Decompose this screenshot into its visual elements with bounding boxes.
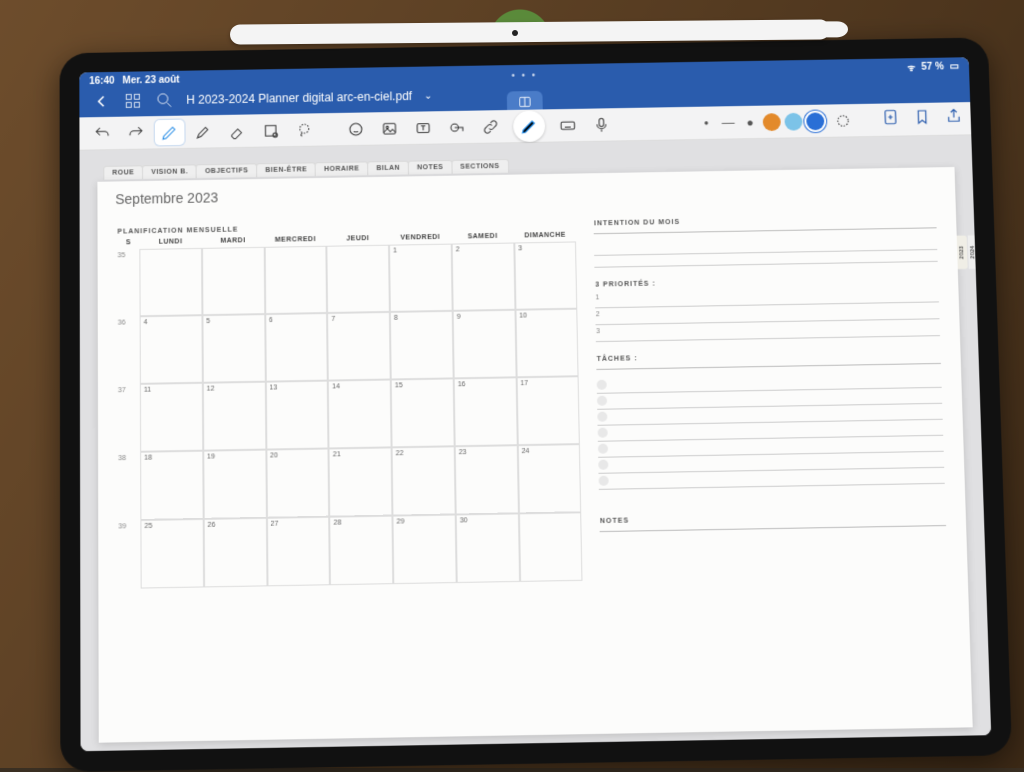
link-tool[interactable] <box>475 113 505 139</box>
calendar-cell[interactable]: 17 <box>516 376 580 445</box>
redo-button[interactable] <box>121 120 151 146</box>
document-canvas[interactable]: ROUEVISION B.OBJECTIFSBIEN-ÊTREHORAIREBI… <box>79 135 991 751</box>
planner-tab-roue[interactable]: ROUE <box>103 165 143 179</box>
calendar-cell[interactable]: 29 <box>393 514 457 584</box>
calendar-cell[interactable]: 20 <box>266 448 330 517</box>
edge-tab-août[interactable]: AOÛT <box>979 235 990 268</box>
week-number: 35 <box>117 249 139 317</box>
intention-label: INTENTION DU MOIS <box>594 215 936 228</box>
calendar-cell[interactable]: 4 <box>140 315 203 384</box>
pen-tool[interactable] <box>155 119 185 145</box>
calendar-cell[interactable]: 27 <box>266 517 330 587</box>
calendar-cell[interactable]: 9 <box>453 310 517 379</box>
calendar-cell[interactable]: 16 <box>454 377 518 446</box>
calendar-cell[interactable]: 3 <box>514 241 578 309</box>
calendar-cell[interactable] <box>264 246 327 314</box>
calendar-cell[interactable]: 8 <box>390 311 454 380</box>
status-battery: 57 % <box>921 61 944 72</box>
edge-tab-sept[interactable]: SEPT <box>990 235 992 268</box>
calendar-cell[interactable]: 19 <box>203 450 266 519</box>
active-pen-indicator[interactable] <box>513 110 545 142</box>
planner-page: Septembre 2023 PLANIFICATION MENSUELLE S… <box>97 167 972 743</box>
calendar-cell[interactable]: 28 <box>330 516 394 586</box>
planner-tab-objectifs[interactable]: OBJECTIFS <box>196 163 257 178</box>
calendar-cell[interactable]: 11 <box>140 383 203 452</box>
edge-tab-2023[interactable]: 2023 <box>957 236 968 269</box>
calendar-cell[interactable] <box>202 247 265 315</box>
document-title[interactable]: H 2023-2024 Planner digital arc-en-ciel.… <box>186 89 412 107</box>
calendar-cell[interactable]: 1 <box>389 244 452 312</box>
calendar-cell[interactable]: 10 <box>515 309 579 378</box>
microphone-icon[interactable] <box>586 112 616 138</box>
status-date: Mer. 23 août <box>122 74 179 86</box>
status-time: 16:40 <box>89 75 114 86</box>
week-number: 38 <box>118 452 140 521</box>
tape-tool[interactable] <box>442 114 472 140</box>
calendar-cell[interactable]: 23 <box>455 445 519 514</box>
image-tool[interactable] <box>375 115 405 141</box>
calendar-cell[interactable] <box>139 248 202 316</box>
calendar-cell[interactable]: 2 <box>452 243 516 311</box>
text-tool[interactable] <box>408 115 438 141</box>
search-icon[interactable] <box>155 90 175 110</box>
add-page-icon[interactable] <box>881 108 900 131</box>
calendar-cell[interactable]: 14 <box>328 379 392 448</box>
dropdown-chevron-icon[interactable]: ⌄ <box>424 90 432 101</box>
calendar-cell[interactable]: 18 <box>140 451 203 520</box>
keyboard-icon[interactable] <box>553 112 583 138</box>
shape-tool[interactable] <box>256 117 286 143</box>
stroke-thick[interactable]: ● <box>741 115 759 129</box>
calendar-cell[interactable]: 6 <box>265 313 328 382</box>
priority-2: 2 <box>596 311 600 318</box>
calendar-cell[interactable]: 24 <box>517 444 581 513</box>
planner-tab-horaire[interactable]: HORAIRE <box>315 161 368 176</box>
month-title: Septembre 2023 <box>115 190 218 208</box>
lasso-tool[interactable] <box>289 117 319 143</box>
stroke-medium[interactable]: — <box>719 115 737 130</box>
week-number: 36 <box>118 316 140 384</box>
color-orange[interactable] <box>763 113 781 131</box>
calendar-cell[interactable]: 15 <box>391 378 455 447</box>
week-number: 37 <box>118 384 140 452</box>
week-number: 39 <box>118 520 140 589</box>
priority-3: 3 <box>596 328 600 335</box>
eraser-tool[interactable] <box>222 118 252 144</box>
wifi-icon: ᯤ <box>907 61 916 74</box>
month-edge-tabs: 20232024AOÛTSEPTOCTNOVDÉCJANFÉVMARSAVRIL… <box>957 236 974 270</box>
planner-tab-notes[interactable]: NOTES <box>408 160 452 175</box>
calendar-cell[interactable]: 26 <box>203 518 267 588</box>
share-icon[interactable] <box>945 107 964 130</box>
notes-area <box>600 536 949 633</box>
undo-button[interactable] <box>87 120 117 146</box>
calendar-cell[interactable]: 13 <box>265 381 328 450</box>
battery-icon: ▭ <box>950 61 960 72</box>
color-picker-icon[interactable] <box>828 107 858 133</box>
back-button[interactable] <box>91 91 111 111</box>
bookmark-icon[interactable] <box>913 108 932 131</box>
planner-tab-visionb[interactable]: VISION B. <box>142 164 197 179</box>
calendar-cell[interactable] <box>327 245 390 313</box>
stroke-thin[interactable]: ● <box>697 118 715 127</box>
calendar-cell[interactable] <box>519 512 583 582</box>
sticker-tool[interactable] <box>341 116 371 142</box>
calendar-cell[interactable]: 21 <box>329 447 393 516</box>
color-lightblue[interactable] <box>784 112 802 130</box>
calendar-cell[interactable]: 30 <box>456 513 520 583</box>
edge-tab-2024[interactable]: 2024 <box>968 235 979 268</box>
color-blue[interactable] <box>806 112 824 130</box>
grid-library-icon[interactable] <box>123 91 143 111</box>
priority-1: 1 <box>595 294 599 301</box>
calendar-cell[interactable]: 5 <box>202 314 265 383</box>
calendar-cell[interactable]: 12 <box>203 382 266 451</box>
front-camera <box>512 30 518 36</box>
planner-tab-bilan[interactable]: BILAN <box>367 161 409 175</box>
highlighter-tool[interactable] <box>188 118 218 144</box>
calendar-cell[interactable]: 25 <box>140 519 203 589</box>
planner-tab-bientre[interactable]: BIEN-ÊTRE <box>256 162 316 177</box>
calendar-cell[interactable]: 22 <box>392 446 456 515</box>
calendar-cell[interactable]: 7 <box>327 312 390 381</box>
ipad-frame: 16:40 Mer. 23 août ᯤ 57 % ▭ • • • H 2023… <box>60 37 1013 772</box>
planner-tab-sections[interactable]: SECTIONS <box>451 159 509 174</box>
